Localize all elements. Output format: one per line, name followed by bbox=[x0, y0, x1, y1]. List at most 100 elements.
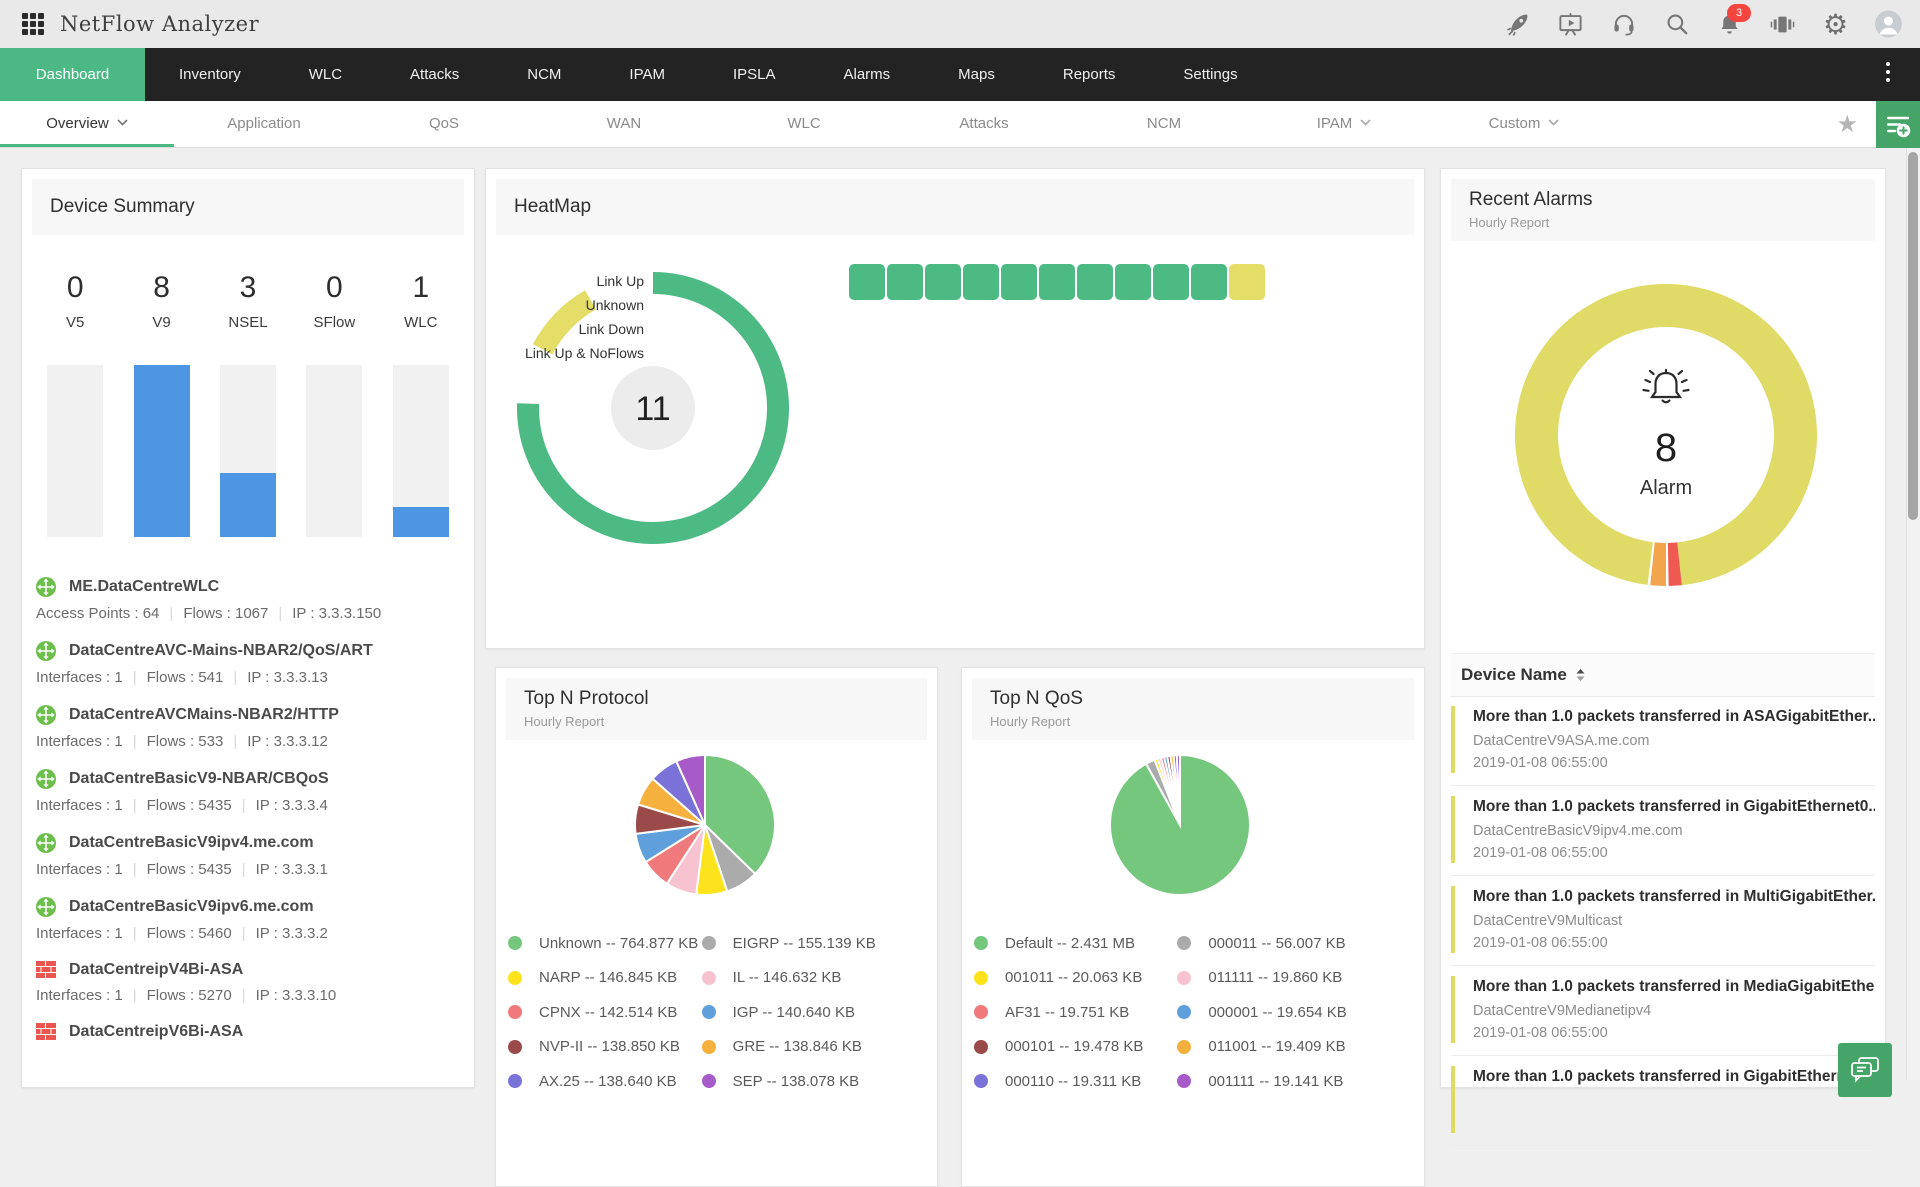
sort-icon bbox=[1576, 669, 1585, 681]
alarm-title: More than 1.0 packets transferred in Mul… bbox=[1473, 888, 1875, 906]
device-stat-sflow[interactable]: 0SFlow bbox=[291, 271, 377, 331]
alarm-list-item[interactable]: More than 1.0 packets transferred in Gig… bbox=[1451, 786, 1875, 876]
device-link[interactable]: DataCentreBasicV9ipv4.me.com bbox=[36, 833, 460, 853]
main-nav-item-ncm[interactable]: NCM bbox=[493, 48, 595, 101]
main-nav-item-reports[interactable]: Reports bbox=[1029, 48, 1150, 101]
main-nav-item-settings[interactable]: Settings bbox=[1149, 48, 1271, 101]
user-avatar[interactable] bbox=[1875, 11, 1902, 38]
device-link[interactable]: DataCentreBasicV9ipv6.me.com bbox=[36, 897, 460, 917]
presentation-play-icon[interactable] bbox=[1557, 11, 1584, 38]
sub-nav-tab-ncm[interactable]: NCM bbox=[1074, 101, 1254, 144]
device-link[interactable]: DataCentreipV4Bi-ASA bbox=[36, 961, 460, 979]
legend-item: Unknown -- 764.877 KB bbox=[508, 926, 702, 961]
detail-divider: | bbox=[233, 733, 237, 750]
legend-dot bbox=[1177, 1040, 1191, 1054]
alarms-subtitle: Hourly Report bbox=[1469, 215, 1875, 230]
sub-nav-tab-wan[interactable]: WAN bbox=[534, 101, 714, 144]
sub-nav-tab-ipam[interactable]: IPAM bbox=[1254, 101, 1434, 144]
legend-dot bbox=[702, 1040, 716, 1054]
heatmap-legend-label: Link Up & NoFlows bbox=[506, 341, 644, 365]
heatmap-cell-link-up[interactable] bbox=[1039, 264, 1075, 300]
search-icon[interactable] bbox=[1663, 11, 1690, 38]
legend-label: NVP-II -- 138.850 KB bbox=[539, 1038, 680, 1055]
alarm-severity-bar bbox=[1451, 886, 1455, 953]
device-summary-bar-chart bbox=[32, 365, 464, 537]
favorite-star-icon[interactable]: ★ bbox=[1836, 101, 1858, 148]
heatmap-cell-link-up[interactable] bbox=[1191, 264, 1227, 300]
legend-dot bbox=[1177, 1005, 1191, 1019]
sub-nav-tab-overview[interactable]: Overview bbox=[0, 101, 174, 147]
sub-nav-tab-custom[interactable]: Custom bbox=[1434, 101, 1614, 144]
bar-track bbox=[393, 365, 449, 537]
legend-item: 011111 -- 19.860 KB bbox=[1177, 961, 1416, 996]
detail-divider: | bbox=[133, 861, 137, 878]
gear-icon[interactable]: ⚙ bbox=[1822, 11, 1849, 38]
heatmap-cell-unknown[interactable] bbox=[1229, 264, 1265, 300]
alarm-list-item[interactable]: More than 1.0 packets transferred in Gig… bbox=[1451, 1056, 1875, 1146]
device-list-item: DataCentreBasicV9ipv4.me.comInterfaces :… bbox=[36, 833, 460, 878]
device-stat-v9[interactable]: 8V9 bbox=[118, 271, 204, 331]
notification-badge: 3 bbox=[1727, 4, 1751, 22]
heatmap-cell-link-up[interactable] bbox=[1077, 264, 1113, 300]
device-detail: Flows : 5460 bbox=[147, 925, 232, 942]
main-nav-item-ipsla[interactable]: IPSLA bbox=[699, 48, 810, 101]
apps-grid-icon[interactable] bbox=[22, 13, 44, 35]
sub-nav-tab-qos[interactable]: QoS bbox=[354, 101, 534, 144]
protocol-pie-chart bbox=[625, 745, 785, 905]
bar-fill-wlc[interactable] bbox=[393, 507, 449, 537]
main-nav-item-ipam[interactable]: IPAM bbox=[595, 48, 699, 101]
alarms-table-header[interactable]: Device Name bbox=[1451, 653, 1875, 697]
legend-item: 000110 -- 19.311 KB bbox=[974, 1064, 1177, 1099]
feedback-chat-button[interactable] bbox=[1838, 1043, 1892, 1097]
main-nav-item-alarms[interactable]: Alarms bbox=[810, 48, 925, 101]
main-nav-item-attacks[interactable]: Attacks bbox=[376, 48, 493, 101]
device-link[interactable]: ME.DataCentreWLC bbox=[36, 577, 460, 597]
main-nav-item-inventory[interactable]: Inventory bbox=[145, 48, 275, 101]
main-nav-item-dashboard[interactable]: Dashboard bbox=[0, 48, 145, 101]
legend-label: GRE -- 138.846 KB bbox=[733, 1038, 862, 1055]
detail-divider: | bbox=[133, 925, 137, 942]
bar-fill-v9[interactable] bbox=[134, 365, 190, 537]
alarm-timestamp: 2019-01-08 06:55:00 bbox=[1473, 755, 1875, 771]
carousel-icon[interactable] bbox=[1769, 11, 1796, 38]
legend-dot bbox=[1177, 971, 1191, 985]
top-bar: NetFlow Analyzer 3 ⚙ bbox=[0, 0, 1920, 48]
heatmap-cell-link-up[interactable] bbox=[849, 264, 885, 300]
heatmap-cell-link-up[interactable] bbox=[925, 264, 961, 300]
sub-nav-tab-application[interactable]: Application bbox=[174, 101, 354, 144]
alarms-list: More than 1.0 packets transferred in ASA… bbox=[1451, 696, 1875, 1146]
device-link[interactable]: DataCentreBasicV9-NBAR/CBQoS bbox=[36, 769, 460, 789]
alarm-list-item[interactable]: More than 1.0 packets transferred in ASA… bbox=[1451, 696, 1875, 786]
legend-label: IGP -- 140.640 KB bbox=[733, 1004, 855, 1021]
move-device-icon bbox=[36, 769, 56, 789]
main-nav-item-wlc[interactable]: WLC bbox=[275, 48, 376, 101]
device-stat-nsel[interactable]: 3NSEL bbox=[205, 271, 291, 331]
alarm-count: 8 bbox=[1586, 426, 1746, 471]
device-link[interactable]: DataCentreipV6Bi-ASA bbox=[36, 1023, 460, 1041]
device-detail: Flows : 1067 bbox=[183, 605, 268, 622]
sub-nav-tab-wlc[interactable]: WLC bbox=[714, 101, 894, 144]
heatmap-cell-link-up[interactable] bbox=[887, 264, 923, 300]
legend-item: 011001 -- 19.409 KB bbox=[1177, 1030, 1416, 1065]
heatmap-cell-link-up[interactable] bbox=[1115, 264, 1151, 300]
rocket-icon[interactable] bbox=[1504, 11, 1531, 38]
main-nav-item-maps[interactable]: Maps bbox=[924, 48, 1029, 101]
device-stat-wlc[interactable]: 1WLC bbox=[378, 271, 464, 331]
heatmap-cell-link-up[interactable] bbox=[1001, 264, 1037, 300]
alarm-list-item[interactable]: More than 1.0 packets transferred in Med… bbox=[1451, 966, 1875, 1056]
page-scrollbar-thumb[interactable] bbox=[1908, 152, 1918, 520]
sub-nav-tab-attacks[interactable]: Attacks bbox=[894, 101, 1074, 144]
notification-bell-icon[interactable]: 3 bbox=[1716, 11, 1743, 38]
bar-fill-nsel[interactable] bbox=[220, 473, 276, 538]
add-dashboard-button[interactable] bbox=[1876, 101, 1920, 148]
headset-icon[interactable] bbox=[1610, 11, 1637, 38]
heatmap-cell-link-up[interactable] bbox=[963, 264, 999, 300]
overflow-menu-icon[interactable] bbox=[1886, 62, 1890, 82]
alarm-donut-segment-attention[interactable] bbox=[1650, 542, 1666, 586]
alarm-list-item[interactable]: More than 1.0 packets transferred in Mul… bbox=[1451, 876, 1875, 966]
device-link[interactable]: DataCentreAVC-Mains-NBAR2/QoS/ART bbox=[36, 641, 460, 661]
legend-dot bbox=[974, 1074, 988, 1088]
device-stat-v5[interactable]: 0V5 bbox=[32, 271, 118, 331]
device-link[interactable]: DataCentreAVCMains-NBAR2/HTTP bbox=[36, 705, 460, 725]
heatmap-cell-link-up[interactable] bbox=[1153, 264, 1189, 300]
